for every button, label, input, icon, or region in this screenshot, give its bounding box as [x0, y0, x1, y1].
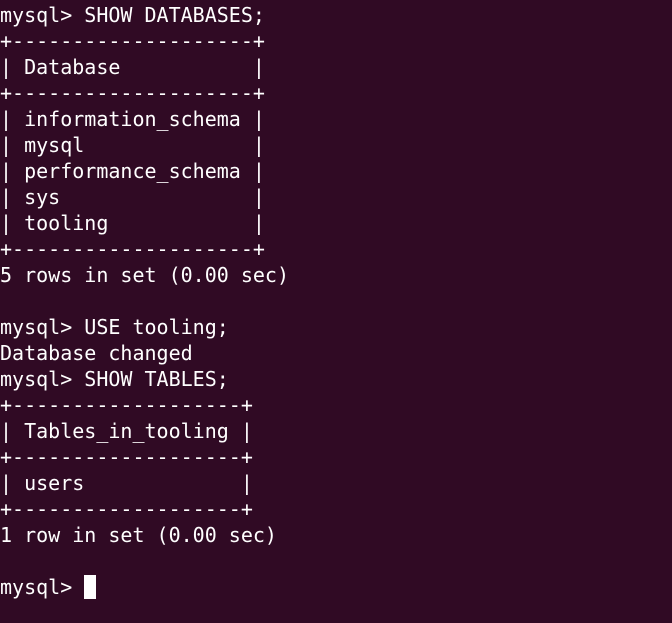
command-line: mysql> SHOW TABLES; [0, 367, 229, 391]
table-border: +-------------------+ [0, 445, 253, 469]
table-row: | sys | [0, 185, 265, 209]
table-border: +--------------------+ [0, 237, 265, 261]
table-border: +-------------------+ [0, 393, 253, 417]
output-line: Database changed [0, 341, 193, 365]
table-row: | information_schema | [0, 107, 265, 131]
command-line: mysql> USE tooling; [0, 315, 229, 339]
prompt-line[interactable]: mysql> [0, 574, 672, 600]
table-border: +--------------------+ [0, 29, 265, 53]
table-row: | tooling | [0, 211, 265, 235]
table-header: | Tables_in_tooling | [0, 419, 253, 443]
table-border: +--------------------+ [0, 81, 265, 105]
table-row: | performance_schema | [0, 159, 265, 183]
result-summary: 5 rows in set (0.00 sec) [0, 263, 289, 287]
table-row: | mysql | [0, 133, 265, 157]
table-header: | Database | [0, 55, 265, 79]
table-row: | users | [0, 471, 253, 495]
text-cursor[interactable] [84, 575, 97, 599]
table-border: +-------------------+ [0, 497, 253, 521]
result-summary: 1 row in set (0.00 sec) [0, 523, 277, 547]
command-line: mysql> SHOW DATABASES; [0, 3, 265, 27]
prompt: mysql> [0, 575, 85, 599]
terminal-window[interactable]: mysql> SHOW DATABASES; +----------------… [0, 0, 672, 623]
